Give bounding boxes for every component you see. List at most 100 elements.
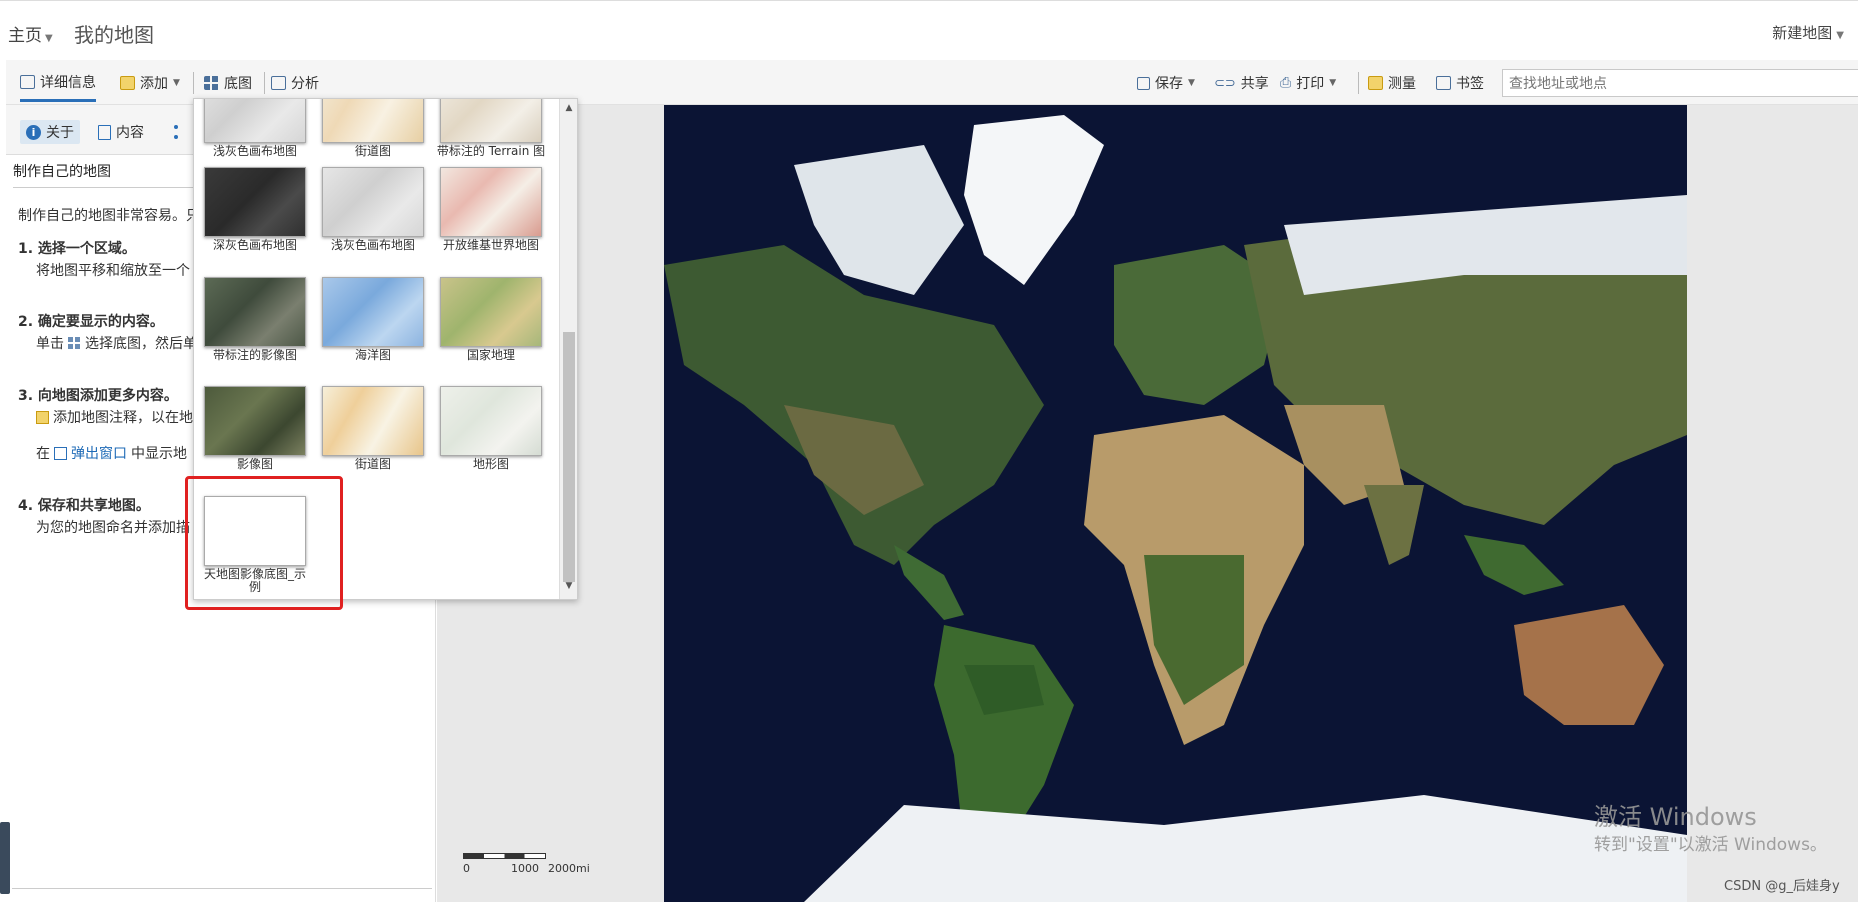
popup-icon bbox=[54, 446, 67, 460]
basemap-label: 浅灰色画布地图 bbox=[212, 144, 297, 158]
scale-label: 1000 bbox=[511, 862, 539, 875]
divider bbox=[193, 72, 194, 94]
basemap-option[interactable]: 深灰色画布地图 bbox=[200, 167, 310, 252]
map-area[interactable] bbox=[437, 105, 1858, 902]
step-text-post: 中显示地 bbox=[131, 446, 187, 462]
basemap-thumbnail[interactable] bbox=[204, 99, 306, 143]
step-text-content: 为您的地图命名并添加描 bbox=[36, 520, 190, 536]
popup-link[interactable]: 弹出窗口 bbox=[71, 443, 127, 463]
basemap-option[interactable]: 街道图 bbox=[318, 386, 428, 471]
tab-about[interactable]: i 关于 bbox=[20, 120, 80, 144]
basemap-thumbnail[interactable] bbox=[204, 277, 306, 347]
step-text: 为您的地图命名并添加描 bbox=[36, 517, 190, 537]
basemap-grid-icon bbox=[204, 76, 219, 90]
tab-legend[interactable] bbox=[168, 120, 194, 144]
share-button[interactable]: ⊂⊃ 共享 bbox=[1214, 72, 1269, 94]
step-text-pre: 在 bbox=[36, 446, 50, 462]
analysis-icon bbox=[271, 76, 286, 90]
step-title: 2. 确定要显示的内容。 bbox=[18, 314, 164, 330]
basemap-option[interactable]: 地形图 bbox=[436, 386, 546, 471]
map-notes-icon bbox=[36, 410, 49, 424]
basemap-option[interactable]: 浅灰色画布地图 bbox=[318, 167, 428, 252]
print-button[interactable]: ⎙ 打印 ▼ bbox=[1280, 72, 1336, 94]
chevron-down-icon: ▼ bbox=[1188, 78, 1195, 88]
basemap-label: 底图 bbox=[224, 76, 252, 92]
info-icon: i bbox=[26, 124, 41, 140]
basemap-label: 街道图 bbox=[354, 457, 391, 471]
content-icon bbox=[98, 124, 111, 140]
divider bbox=[12, 888, 432, 889]
basemap-thumbnail[interactable] bbox=[440, 167, 542, 237]
step-text-content: 添加地图注释，以在地 bbox=[53, 410, 193, 426]
scrollbar-thumb[interactable] bbox=[563, 332, 575, 582]
gallery-scrollbar[interactable]: ▲ ▼ bbox=[559, 99, 577, 599]
save-button[interactable]: 保存 ▼ bbox=[1137, 72, 1195, 94]
basemap-option[interactable]: 国家地理 bbox=[436, 277, 546, 362]
basemap-option[interactable]: 浅灰色画布地图 bbox=[200, 99, 310, 158]
bookmarks-button[interactable]: 书签 bbox=[1436, 72, 1484, 94]
basemap-thumbnail[interactable] bbox=[322, 99, 424, 143]
analysis-button[interactable]: 分析 bbox=[271, 72, 319, 94]
basemap-thumbnail[interactable] bbox=[204, 167, 306, 237]
add-button[interactable]: 添加 ▼ bbox=[120, 72, 180, 94]
printer-icon: ⎙ bbox=[1280, 75, 1292, 91]
intro-text: 制作自己的地图非常容易。只 bbox=[18, 208, 200, 224]
basemap-thumbnail[interactable] bbox=[440, 277, 542, 347]
world-map-graphic bbox=[664, 105, 1687, 902]
basemap-option[interactable]: 影像图 bbox=[200, 386, 310, 471]
basemap-thumbnail[interactable] bbox=[322, 277, 424, 347]
step-text: 单击 选择底图，然后单 bbox=[36, 333, 197, 353]
step-title: 1. 选择一个区域。 bbox=[18, 241, 136, 257]
step-text-post: 选择底图，然后单 bbox=[85, 336, 197, 352]
basemap-option[interactable]: 海洋图 bbox=[318, 277, 428, 362]
scale-label: 0 bbox=[463, 862, 470, 875]
basemap-thumbnail[interactable] bbox=[322, 386, 424, 456]
basemap-label: 开放维基世界地图 bbox=[442, 238, 539, 252]
new-map-menu[interactable]: 新建地图 ▼ bbox=[1772, 22, 1844, 43]
chevron-down-icon: ▼ bbox=[1329, 78, 1337, 88]
basemap-label: 带标注的影像图 bbox=[212, 348, 297, 362]
measure-button[interactable]: 测量 bbox=[1368, 72, 1416, 94]
basemap-thumbnail[interactable] bbox=[440, 386, 542, 456]
share-label: 共享 bbox=[1240, 76, 1269, 92]
home-label[interactable]: 主页 bbox=[8, 26, 42, 46]
step-text: 在 弹出窗口 中显示地 bbox=[36, 443, 187, 463]
bookmarks-label: 书签 bbox=[1456, 76, 1484, 92]
page-title: 我的地图 bbox=[74, 23, 154, 47]
basemap-option[interactable]: 街道图 bbox=[318, 99, 428, 158]
basemap-thumbnail[interactable] bbox=[204, 386, 306, 456]
chevron-down-icon[interactable]: ▼ bbox=[45, 33, 53, 44]
basemap-label: 街道图 bbox=[354, 144, 391, 158]
step-text-content: 将地图平移和缩放至一个 bbox=[36, 263, 190, 279]
new-map-label[interactable]: 新建地图 bbox=[1772, 24, 1832, 42]
tab-content[interactable]: 内容 bbox=[92, 120, 150, 144]
scroll-up-arrow-icon[interactable]: ▲ bbox=[560, 103, 577, 119]
basemap-button[interactable]: 底图 bbox=[204, 72, 252, 94]
basemap-thumbnail[interactable] bbox=[440, 99, 542, 143]
home-menu[interactable]: 主页 ▼ bbox=[8, 21, 53, 46]
panel-resize-handle[interactable] bbox=[0, 822, 10, 894]
divider bbox=[264, 72, 265, 94]
step-title: 4. 保存和共享地图。 bbox=[18, 498, 150, 514]
details-button[interactable]: 详细信息 bbox=[20, 70, 96, 102]
basemap-label: 国家地理 bbox=[466, 348, 515, 362]
world-imagery-map[interactable] bbox=[664, 105, 1687, 902]
bookmark-icon bbox=[1436, 76, 1451, 90]
windows-activation-watermark: 激活 Windows bbox=[1594, 803, 1757, 831]
basemap-thumbnail[interactable] bbox=[322, 167, 424, 237]
analysis-label: 分析 bbox=[291, 76, 319, 92]
basemap-option[interactable]: 带标注的 Terrain 图 bbox=[436, 99, 546, 158]
step-text-pre: 单击 bbox=[36, 336, 64, 352]
scale-bar: 0 1000 2000mi bbox=[463, 853, 590, 875]
search-input[interactable] bbox=[1502, 69, 1858, 97]
measure-label: 测量 bbox=[1388, 76, 1416, 92]
legend-list-icon bbox=[174, 125, 188, 139]
scroll-down-arrow-icon[interactable]: ▼ bbox=[560, 581, 577, 597]
basemap-label: 带标注的 Terrain 图 bbox=[436, 144, 546, 158]
scale-label: 2000mi bbox=[548, 862, 590, 875]
divider bbox=[1358, 72, 1359, 94]
chevron-down-icon[interactable]: ▼ bbox=[1836, 30, 1844, 41]
basemap-option[interactable]: 带标注的影像图 bbox=[200, 277, 310, 362]
csdn-watermark: CSDN @g_后娃身y bbox=[1724, 879, 1840, 894]
basemap-option[interactable]: 开放维基世界地图 bbox=[436, 167, 546, 252]
